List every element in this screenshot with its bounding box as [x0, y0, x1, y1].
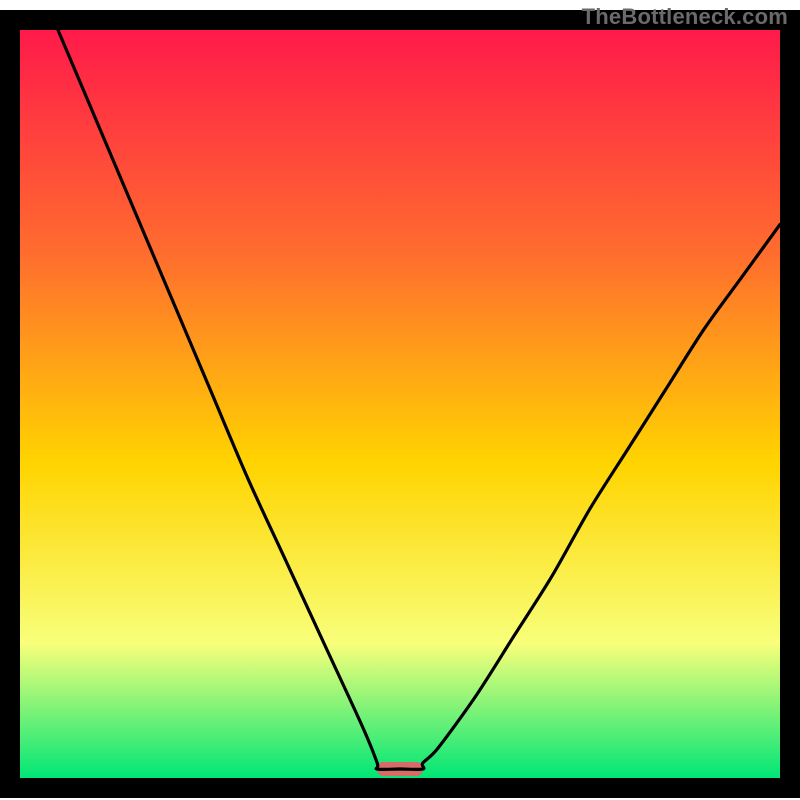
- chart-container: TheBottleneck.com: [0, 0, 800, 800]
- watermark-text: TheBottleneck.com: [582, 4, 788, 30]
- bottleneck-chart-svg: [0, 0, 800, 800]
- plot-background: [20, 30, 780, 778]
